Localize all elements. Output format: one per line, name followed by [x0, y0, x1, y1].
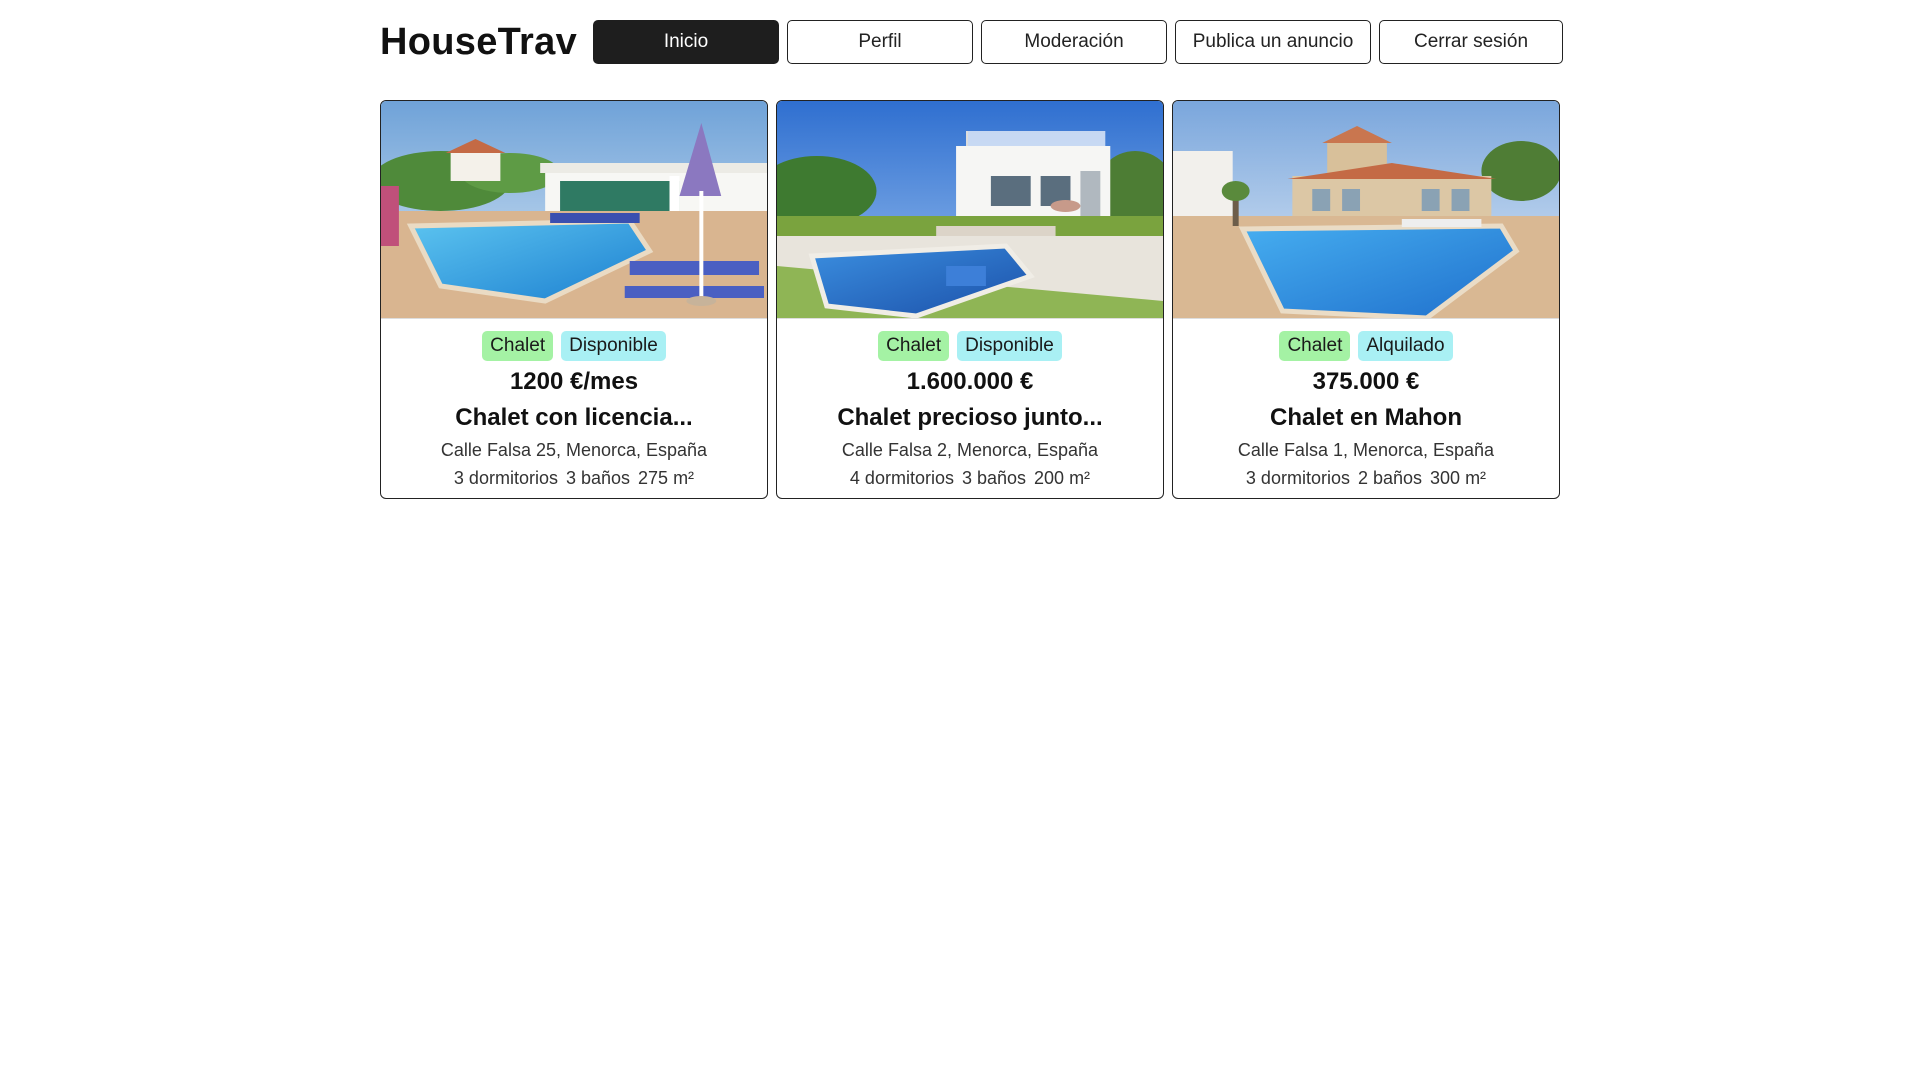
listing-card[interactable]: Chalet Disponible 1200 €/mes Chalet con … — [380, 100, 768, 499]
listing-title[interactable]: Chalet precioso junto... — [777, 403, 1163, 433]
listing-features: 3 dormitorios 2 baños 300 m² — [1173, 466, 1559, 490]
status-badge: Disponible — [957, 331, 1062, 361]
page: HouseTrav Inicio Perfil Moderación Publi… — [0, 0, 1920, 1080]
area-size: 275 m² — [638, 468, 695, 488]
bedrooms-count: 3 dormitorios — [1245, 468, 1350, 488]
bathrooms-count: 3 baños — [565, 468, 631, 488]
listing-card[interactable]: Chalet Alquilado 375.000 € Chalet en Mah… — [1172, 100, 1560, 499]
top-bar: HouseTrav Inicio Perfil Moderación Publi… — [380, 20, 1564, 64]
listing-tags: Chalet Disponible — [381, 331, 767, 361]
area-size: 300 m² — [1430, 468, 1487, 488]
listing-address: Calle Falsa 1, Menorca, España — [1237, 440, 1495, 460]
listing-photo — [381, 101, 767, 319]
nav-moderacion-button[interactable]: Moderación — [981, 20, 1168, 64]
area-size: 200 m² — [1034, 468, 1091, 488]
status-badge: Alquilado — [1358, 331, 1453, 361]
listing-photo — [777, 101, 1163, 319]
bedrooms-count: 3 dormitorios — [453, 468, 558, 488]
status-badge: Disponible — [561, 331, 666, 361]
property-type-badge: Chalet — [878, 331, 950, 361]
bedrooms-count: 4 dormitorios — [849, 468, 954, 488]
nav-publish-listing-button[interactable]: Publica un anuncio — [1175, 20, 1372, 64]
listings-grid: Chalet Disponible 1200 €/mes Chalet con … — [380, 100, 1560, 499]
listing-price: 1.600.000 € — [906, 368, 1034, 395]
listing-card[interactable]: Chalet Disponible 1.600.000 € Chalet pre… — [776, 100, 1164, 499]
main-nav: Inicio Perfil Moderación Publica un anun… — [593, 20, 1564, 64]
listing-tags: Chalet Alquilado — [1173, 331, 1559, 361]
bathrooms-count: 3 baños — [961, 468, 1027, 488]
listing-address: Calle Falsa 25, Menorca, España — [440, 440, 708, 460]
nav-perfil-button[interactable]: Perfil — [787, 20, 974, 64]
listing-price: 1200 €/mes — [509, 368, 639, 395]
listing-body: Chalet Alquilado 375.000 € Chalet en Mah… — [1173, 319, 1559, 490]
listing-title[interactable]: Chalet con licencia... — [381, 403, 767, 433]
listing-body: Chalet Disponible 1.600.000 € Chalet pre… — [777, 319, 1163, 490]
property-type-badge: Chalet — [482, 331, 554, 361]
listing-features: 3 dormitorios 3 baños 275 m² — [381, 466, 767, 490]
listing-price: 375.000 € — [1312, 368, 1420, 395]
nav-inicio-button[interactable]: Inicio — [593, 20, 780, 64]
listing-features: 4 dormitorios 3 baños 200 m² — [777, 466, 1163, 490]
bathrooms-count: 2 baños — [1357, 468, 1423, 488]
property-type-badge: Chalet — [1279, 331, 1351, 361]
brand-logo[interactable]: HouseTrav — [380, 20, 577, 64]
listing-tags: Chalet Disponible — [777, 331, 1163, 361]
nav-logout-button[interactable]: Cerrar sesión — [1379, 20, 1564, 64]
listing-photo — [1173, 101, 1559, 319]
listing-address: Calle Falsa 2, Menorca, España — [841, 440, 1099, 460]
listing-body: Chalet Disponible 1200 €/mes Chalet con … — [381, 319, 767, 490]
listing-title[interactable]: Chalet en Mahon — [1173, 403, 1559, 433]
